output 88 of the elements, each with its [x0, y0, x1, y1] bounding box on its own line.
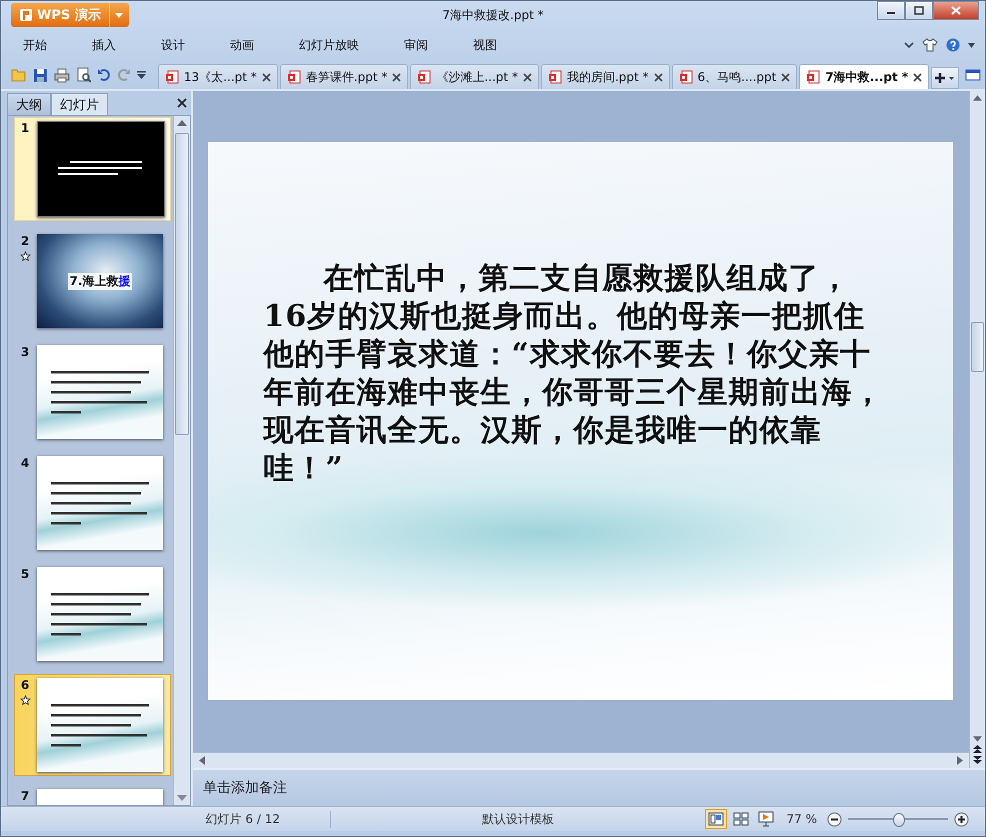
menu-tab[interactable]: 审阅: [404, 36, 440, 54]
new-tab-button[interactable]: [931, 67, 960, 89]
presentation-file-icon: [806, 70, 820, 84]
close-icon[interactable]: [781, 72, 790, 82]
close-icon[interactable]: [262, 72, 271, 82]
scroll-right-icon[interactable]: [957, 756, 963, 765]
document-tab[interactable]: 春笋课件.ppt *: [280, 64, 408, 89]
slide-thumbnail-item[interactable]: 1: [14, 117, 171, 221]
print-preview-icon[interactable]: [76, 67, 92, 83]
scroll-up-icon[interactable]: [973, 95, 982, 101]
slide-thumbnail-item[interactable]: 5: [14, 563, 171, 665]
panel-tab[interactable]: 幻灯片: [51, 93, 108, 115]
menu-tab[interactable]: 视图: [473, 36, 509, 54]
slide-counter: 幻灯片 6 / 12: [1, 810, 331, 828]
document-tab[interactable]: 我的房间.ppt *: [540, 64, 670, 89]
zoom-out-icon[interactable]: [827, 812, 842, 826]
shirt-icon[interactable]: [922, 38, 938, 52]
slide-number: 4: [20, 456, 30, 470]
tab-label: 7海中救...pt *: [825, 68, 908, 86]
zoom-in-icon[interactable]: [954, 812, 969, 826]
tab-label: 13《太...pt *: [184, 68, 257, 86]
scrollbar-thumb[interactable]: [971, 322, 984, 372]
slide-thumbnail-item[interactable]: 2 7.海上救援: [14, 230, 171, 332]
presentation-file-icon: [164, 70, 179, 84]
slide-thumbnail-item[interactable]: 7: [14, 785, 171, 805]
document-tab[interactable]: 《沙滩上...pt *: [410, 64, 539, 89]
close-icon[interactable]: [177, 98, 187, 108]
presentation-file-icon: [548, 70, 562, 84]
close-icon[interactable]: [392, 72, 402, 82]
tab-label: 春笋课件.ppt *: [306, 68, 388, 86]
maximize-icon: [914, 6, 924, 15]
toolbar-options-icon[interactable]: [137, 71, 146, 79]
next-slide-icon[interactable]: [973, 756, 982, 764]
tab-label: 《沙滩上...pt *: [436, 68, 518, 86]
scroll-left-icon[interactable]: [199, 756, 205, 765]
close-icon[interactable]: [654, 72, 663, 82]
caret-icon[interactable]: [968, 42, 975, 48]
slide-number: 2: [20, 234, 30, 248]
zoom-percentage: 77 %: [786, 812, 817, 826]
panel-tab[interactable]: 大纲: [7, 93, 51, 115]
slide-number: 7: [20, 789, 30, 803]
menu-tab[interactable]: 插入: [92, 36, 128, 54]
minimize-button[interactable]: [877, 1, 905, 20]
slide-number: 3: [20, 345, 30, 359]
save-icon[interactable]: [32, 68, 48, 82]
scrollbar-thumb[interactable]: [175, 133, 189, 435]
presentation-file-icon: [417, 70, 432, 84]
template-name: 默认设计模板: [480, 810, 555, 828]
undo-icon[interactable]: [97, 68, 112, 82]
menu-tab[interactable]: 开始: [23, 36, 59, 54]
caret-icon[interactable]: [108, 3, 129, 27]
window-title: 7海中救援改.ppt *: [442, 7, 544, 24]
tab-label: 6、马鸣....ppt: [698, 68, 776, 86]
slide-number: 5: [20, 567, 30, 581]
tab-label: 我的房间.ppt *: [566, 68, 649, 86]
zoom-slider[interactable]: [848, 812, 948, 826]
slide-thumbnail-item[interactable]: 4: [14, 452, 171, 554]
document-logo-icon: [19, 8, 33, 22]
close-icon[interactable]: [913, 72, 922, 82]
plus-caret-icon: [935, 72, 956, 84]
presentation-file-icon: [678, 70, 693, 84]
notes-field[interactable]: 单击添加备注: [193, 768, 985, 806]
menu-tab[interactable]: 设计: [161, 36, 197, 54]
scroll-up-icon[interactable]: [177, 120, 187, 126]
slide-title: 7.海上救援: [68, 272, 132, 290]
slide-thumbnail-item[interactable]: 3: [14, 341, 171, 443]
slide-number: 1: [20, 121, 30, 135]
printer-icon[interactable]: [54, 68, 70, 82]
maximize-button[interactable]: [905, 1, 933, 20]
document-tab[interactable]: 7海中救...pt *: [799, 64, 930, 89]
presentation-file-icon: [286, 70, 301, 84]
scroll-down-icon[interactable]: [177, 795, 187, 801]
close-icon[interactable]: [522, 72, 532, 82]
document-tab[interactable]: 6、马鸣....ppt: [672, 64, 798, 89]
slide-thumbnail-item[interactable]: 6: [14, 674, 171, 776]
normal-view-button[interactable]: [704, 809, 726, 829]
help-icon[interactable]: [946, 38, 960, 52]
window-layout-icon[interactable]: [965, 69, 982, 81]
document-tab[interactable]: 13《太...pt *: [158, 64, 278, 89]
slide-number: 6: [20, 678, 30, 692]
menu-tab[interactable]: 动画: [230, 36, 266, 54]
close-button[interactable]: [933, 1, 979, 20]
scroll-down-icon[interactable]: [973, 736, 982, 742]
menu-tab[interactable]: 幻灯片放映: [299, 36, 371, 54]
previous-slide-icon[interactable]: [973, 745, 982, 753]
close-icon: [951, 6, 961, 15]
redo-icon: [117, 68, 132, 82]
chevron-down-icon[interactable]: [904, 41, 914, 49]
